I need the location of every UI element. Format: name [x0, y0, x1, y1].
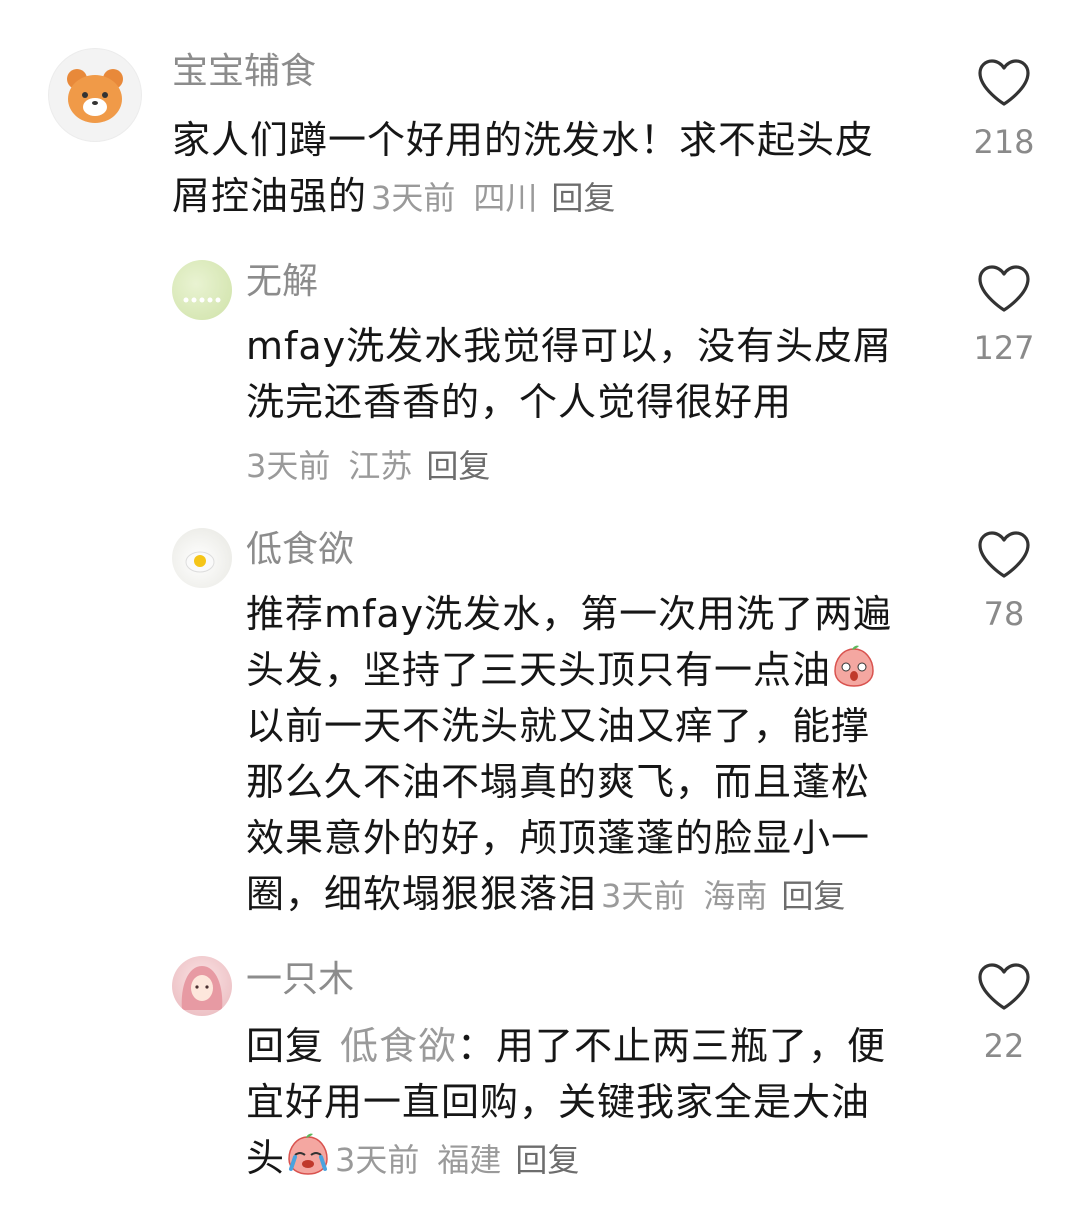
reply-button[interactable]: 回复: [426, 447, 490, 485]
flower-avatar-icon: [183, 297, 221, 303]
bear-avatar-icon: [67, 69, 123, 123]
reply-button[interactable]: 回复: [551, 179, 615, 217]
reply-to-username[interactable]: 低食欲: [340, 1024, 457, 1068]
girl-avatar-icon: [181, 966, 223, 1010]
comment-text: 家人们蹲一个好用的洗发水！求不起头皮 屑控油强的 3天前 四川 回复: [172, 112, 932, 226]
heart-icon: [978, 265, 1030, 312]
location: 四川: [473, 179, 538, 217]
comment-text-line: 屑控油强的: [172, 174, 368, 218]
like-count: 78: [983, 595, 1025, 633]
like-count: 218: [973, 123, 1035, 161]
username[interactable]: 一只木: [246, 958, 354, 1002]
heart-icon: [978, 59, 1030, 106]
comment-text: 回复 低食欲：用了不止两三瓶了，便 宜好用一直回购，关键我家全是大油 头 3天前福…: [246, 1018, 946, 1188]
location: 江苏: [348, 447, 413, 485]
like-count: 127: [973, 329, 1035, 367]
like-button[interactable]: 218: [964, 58, 1044, 162]
like-count: 22: [983, 1027, 1025, 1065]
comment-text: 推荐mfay洗发水，第一次用洗了两遍 头发，坚持了三天头顶只有一点油 以前一天不…: [246, 586, 946, 924]
like-button[interactable]: 22: [964, 962, 1044, 1066]
comment-text-line: 那么久不油不塌真的爽飞，而且蓬松: [246, 760, 871, 804]
comment-text-line: 头: [246, 1136, 286, 1180]
comment-text-line: 宜好用一直回购，关键我家全是大油: [246, 1080, 871, 1124]
reply-button[interactable]: 回复: [515, 1141, 579, 1179]
peach-crying-emoji-icon: [288, 1133, 328, 1175]
timestamp: 3天前: [335, 1141, 420, 1179]
comment-text-line: 洗完还香香的，个人觉得很好用: [246, 380, 793, 424]
comment-1: 宝宝辅食 家人们蹲一个好用的洗发水！求不起头皮 屑控油强的 3天前 四川 回复 218: [0, 0, 1080, 240]
avatar[interactable]: [172, 528, 232, 588]
like-button[interactable]: 78: [964, 530, 1044, 634]
comment-text: mfay洗发水我觉得可以，没有头皮屑 洗完还香香的，个人觉得很好用: [246, 318, 936, 430]
timestamp: 3天前: [371, 179, 456, 217]
comment-text-line: 推荐mfay洗发水，第一次用洗了两遍: [246, 592, 893, 636]
comment-text-line: mfay洗发水我觉得可以，没有头皮屑: [246, 324, 893, 368]
comment-text-line: 圈，细软塌狠狠落泪: [246, 872, 598, 916]
reply-colon: ：: [457, 1024, 497, 1068]
username[interactable]: 低食欲: [246, 528, 354, 572]
comment-text-line: 家人们蹲一个好用的洗发水！求不起头皮: [172, 118, 875, 162]
timestamp: 3天前: [246, 447, 331, 485]
username[interactable]: 宝宝辅食: [172, 50, 316, 94]
location: 福建: [437, 1141, 502, 1179]
comment-text-line: 头发，坚持了三天头顶只有一点油: [246, 648, 832, 692]
heart-icon: [978, 531, 1030, 578]
comment-text-line: 以前一天不洗头就又油又痒了，能撑: [246, 704, 871, 748]
avatar[interactable]: [172, 260, 232, 320]
comment-text-line: 效果意外的好，颅顶蓬蓬的脸显小一: [246, 816, 871, 860]
heart-icon: [978, 963, 1030, 1010]
like-button[interactable]: 127: [964, 264, 1044, 368]
comment-meta: 3天前 江苏 回复: [246, 444, 490, 494]
avatar[interactable]: [172, 956, 232, 1016]
egg-avatar-icon: [185, 551, 215, 573]
location: 海南: [703, 877, 768, 915]
timestamp: 3天前: [601, 877, 686, 915]
avatar[interactable]: [48, 48, 142, 142]
reply-button[interactable]: 回复: [781, 877, 845, 915]
comment-text-line: 用了不止两三瓶了，便: [496, 1024, 887, 1068]
reply-prefix: 回复: [246, 1024, 325, 1068]
peach-surprised-emoji-icon: [834, 645, 874, 687]
username[interactable]: 无解: [246, 260, 318, 304]
